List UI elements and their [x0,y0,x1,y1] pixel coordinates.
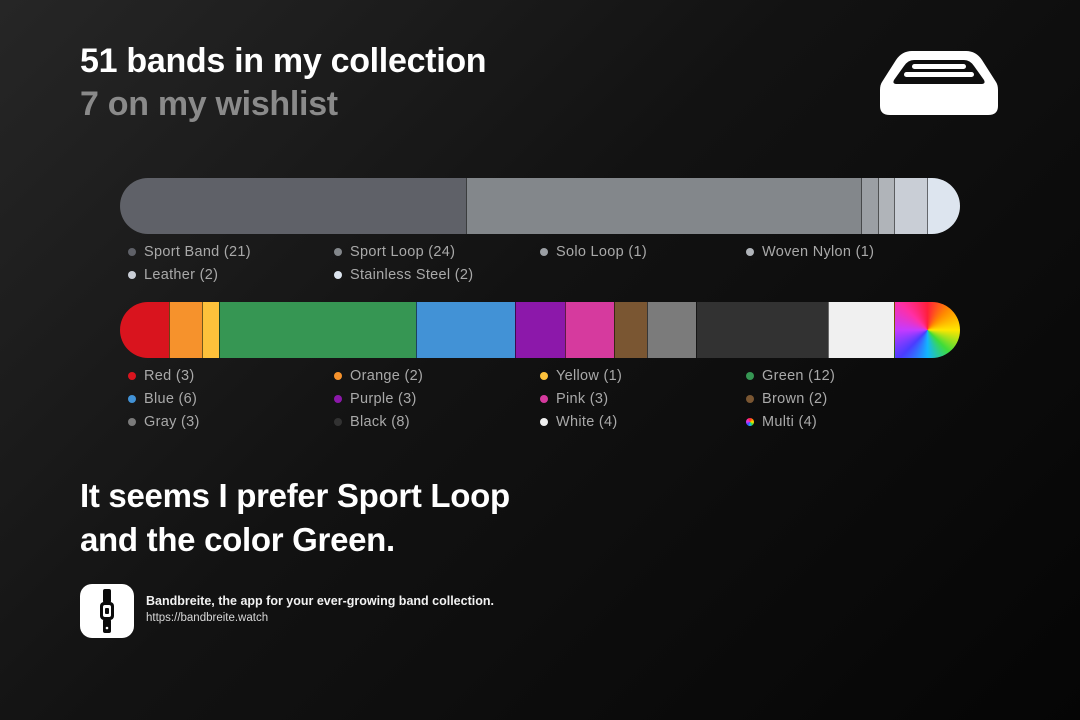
conclusion-text: It seems I prefer Sport Loop and the col… [80,474,510,562]
legend-dot-woven-nylon [746,248,754,256]
band-color-legend: Red (3) Orange (2) Yellow (1) Green (12) Blu… [128,367,952,431]
bar-segment-orange [169,302,203,358]
bar-segment-brown [614,302,648,358]
bar-segment-solo-loop [861,178,878,234]
legend-item-gray: Gray (3) [128,413,334,431]
legend-item-black: Black (8) [334,413,540,431]
legend-dot-red [128,372,136,380]
bar-segment-leather [894,178,928,234]
bar-segment-sport-loop [465,178,862,234]
legend-item-multi: Multi (4) [746,413,952,431]
legend-item-white: White (4) [540,413,746,431]
legend-label-stainless-steel: Stainless Steel (2) [350,267,474,283]
bar-segment-sport-band [120,178,466,234]
legend-dot-purple [334,395,342,403]
legend-dot-leather [128,271,136,279]
bar-segment-red [120,302,170,358]
legend-dot-black [334,418,342,426]
band-tray-icon [880,51,998,115]
legend-label-red: Red (3) [144,368,195,384]
legend-dot-brown [746,395,754,403]
legend-dot-white [540,418,548,426]
legend-label-pink: Pink (3) [556,391,609,407]
legend-label-leather: Leather (2) [144,267,219,283]
legend-label-white: White (4) [556,414,618,430]
legend-dot-yellow [540,372,548,380]
footer-url[interactable]: https://bandbreite.watch [146,612,268,624]
legend-label-multi: Multi (4) [762,414,818,430]
legend-label-woven-nylon: Woven Nylon (1) [762,244,875,260]
legend-dot-stainless-steel [334,271,342,279]
legend-dot-orange [334,372,342,380]
legend-dot-gray [128,418,136,426]
legend-item-sport-band: Sport Band (21) [128,243,334,261]
legend-label-solo-loop: Solo Loop (1) [556,244,647,260]
legend-item-leather: Leather (2) [128,266,334,284]
legend-item-red: Red (3) [128,367,334,385]
conclusion-line-1: It seems I prefer Sport Loop [80,477,510,514]
band-color-stacked-bar [120,302,960,358]
bar-segment-woven-nylon [877,178,895,234]
bar-segment-yellow [202,302,219,358]
legend-item-sport-loop: Sport Loop (24) [334,243,540,261]
band-type-legend: Sport Band (21) Sport Loop (24) Solo Loop … [128,243,952,284]
legend-label-orange: Orange (2) [350,368,424,384]
legend-label-gray: Gray (3) [144,414,200,430]
legend-item-yellow: Yellow (1) [540,367,746,385]
bar-segment-gray [647,302,697,358]
legend-dot-sport-band [128,248,136,256]
legend-item-orange: Orange (2) [334,367,540,385]
legend-item-blue: Blue (6) [128,390,334,408]
bar-segment-green [218,302,417,358]
legend-label-green: Green (12) [762,368,836,384]
legend-dot-sport-loop [334,248,342,256]
legend-item-brown: Brown (2) [746,390,952,408]
bar-segment-multi [894,302,960,358]
band-type-stacked-bar [120,178,960,234]
legend-label-yellow: Yellow (1) [556,368,623,384]
watch-band-app-icon [80,584,134,638]
conclusion-line-2: and the color Green. [80,521,395,558]
bar-segment-blue [416,302,516,358]
bar-segment-stainless-steel [927,178,960,234]
footer-tagline: Bandbreite, the app for your ever-growin… [146,594,494,608]
legend-label-black: Black (8) [350,414,410,430]
bar-segment-white [828,302,895,358]
legend-dot-multi [746,418,754,426]
legend-item-solo-loop: Solo Loop (1) [540,243,746,261]
bar-segment-black [696,302,829,358]
legend-item-stainless-steel: Stainless Steel (2) [334,266,540,284]
bar-segment-pink [564,302,615,358]
legend-item-green: Green (12) [746,367,952,385]
legend-label-blue: Blue (6) [144,391,198,407]
legend-label-sport-loop: Sport Loop (24) [350,244,456,260]
wishlist-subtitle: 7 on my wishlist [80,85,338,123]
collection-title: 51 bands in my collection [80,42,487,80]
legend-item-woven-nylon: Woven Nylon (1) [746,243,952,261]
legend-item-purple: Purple (3) [334,390,540,408]
bar-segment-purple [515,302,565,358]
legend-dot-green [746,372,754,380]
legend-item-pink: Pink (3) [540,390,746,408]
legend-label-purple: Purple (3) [350,391,417,407]
legend-label-sport-band: Sport Band (21) [144,244,251,260]
legend-dot-pink [540,395,548,403]
legend-dot-solo-loop [540,248,548,256]
legend-dot-blue [128,395,136,403]
legend-label-brown: Brown (2) [762,391,828,407]
